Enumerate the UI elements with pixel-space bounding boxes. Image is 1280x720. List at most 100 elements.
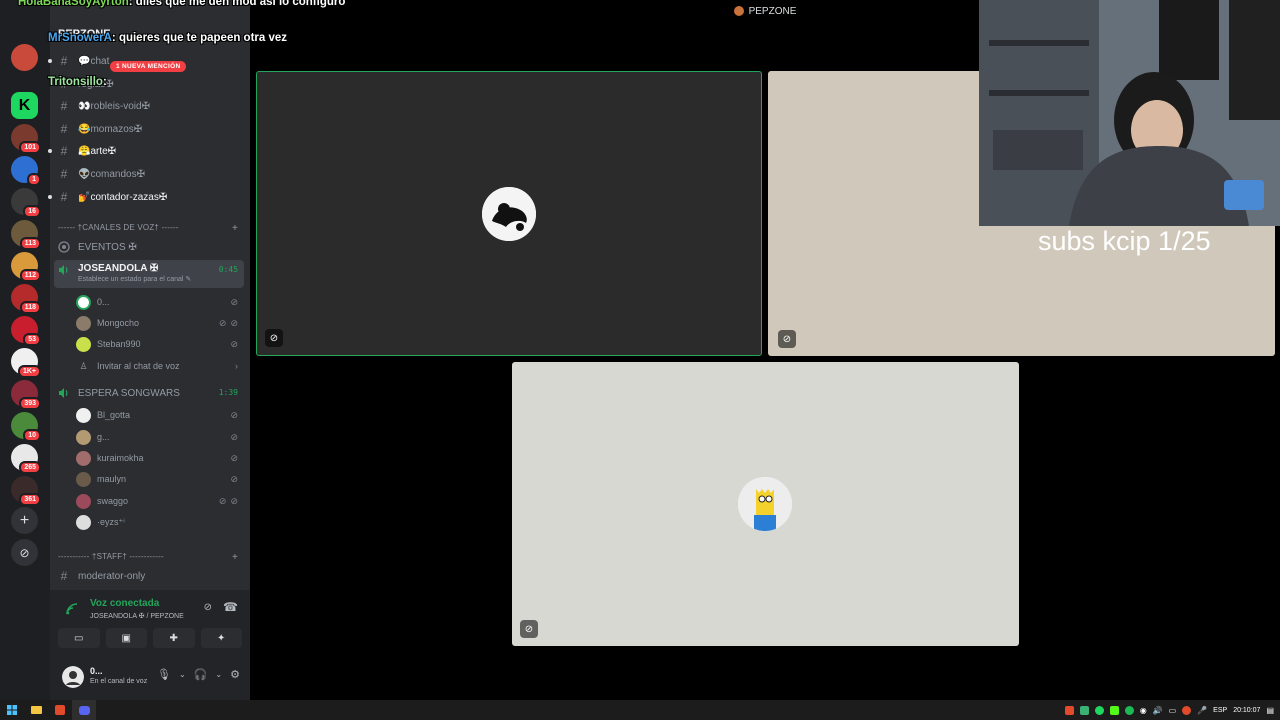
- server-icon[interactable]: 393: [11, 380, 41, 410]
- spotify-tray-icon[interactable]: [1124, 705, 1134, 715]
- kick-tray-icon[interactable]: [1109, 705, 1119, 715]
- channel-status-hint[interactable]: Establece un estado para el canal ✎: [78, 275, 191, 283]
- server-icon[interactable]: 1: [11, 156, 41, 186]
- voice-status[interactable]: Voz conectada JOSEANDOLA ✠ / PEPZONE ⊘ ☎: [58, 596, 242, 622]
- browser-icon[interactable]: [48, 700, 72, 720]
- channel-momazos[interactable]: # 😂momazos✠: [54, 119, 244, 139]
- plus-icon[interactable]: +: [11, 507, 38, 534]
- channel-eventos[interactable]: EVENTOS ✠: [54, 238, 244, 256]
- kick-server-icon[interactable]: K: [11, 92, 38, 119]
- voice-timer: 1:39: [218, 388, 238, 397]
- voice-category-header[interactable]: ------ †CANALES DE VOZ† ------ +: [58, 223, 238, 234]
- server-icon[interactable]: 10: [11, 412, 41, 442]
- avatar: [76, 450, 91, 466]
- video-tile-speaking[interactable]: ⊘: [256, 71, 762, 356]
- camera-off-icon: ▭: [74, 632, 84, 644]
- headphones-icon[interactable]: 🎧: [194, 668, 208, 681]
- speaker-icon: [56, 263, 72, 277]
- channel-arte[interactable]: # 😤arte✠: [48, 141, 244, 161]
- file-explorer-icon[interactable]: [24, 700, 48, 720]
- chevron-down-icon[interactable]: ⌄: [215, 668, 222, 681]
- voice-member[interactable]: kuraimokha ⊘: [76, 449, 242, 467]
- mic-muted-icon: ⊘: [230, 452, 238, 463]
- volume-icon[interactable]: 🔊: [1153, 706, 1163, 715]
- channel-contador-zazas[interactable]: # 💅contador-zazas✠: [48, 187, 244, 207]
- voice-channel-joseandola[interactable]: JOSEANDOLA ✠ 0:45 Establece un estado pa…: [54, 260, 244, 288]
- notifications-icon[interactable]: ▤: [1266, 706, 1274, 715]
- server-icon[interactable]: 101: [11, 124, 41, 154]
- network-icon[interactable]: ▭: [1169, 706, 1177, 715]
- server-icon[interactable]: 112: [11, 252, 41, 282]
- mic-muted-icon: ⊘: [218, 495, 227, 506]
- server-icon[interactable]: 361: [11, 476, 41, 506]
- hash-icon: #: [60, 99, 68, 113]
- invite-to-voice[interactable]: ♙ Invitar al chat de voz ›: [76, 357, 242, 375]
- add-channel-icon[interactable]: +: [232, 223, 238, 234]
- add-channel-icon[interactable]: +: [232, 552, 238, 563]
- voice-channel-espera-songwars[interactable]: ESPERA SONGWARS 1:39: [54, 384, 244, 402]
- tray-app-icon[interactable]: [1094, 705, 1104, 715]
- tray-app-icon[interactable]: [1079, 705, 1089, 715]
- voice-member[interactable]: Bl_gotta ⊘: [76, 406, 242, 424]
- soundboard-button[interactable]: ✦: [200, 628, 242, 648]
- microphone-icon[interactable]: 🎙: [157, 668, 171, 681]
- microphone-tray-icon[interactable]: 🎤: [1197, 706, 1207, 715]
- tray-app-icon[interactable]: [1064, 705, 1074, 715]
- mic-muted-icon: ⊘: [230, 431, 238, 442]
- hash-icon: #: [60, 167, 68, 181]
- voice-member[interactable]: swaggo ⊘ ⊘: [76, 492, 242, 510]
- discord-taskbar-icon[interactable]: [72, 700, 96, 720]
- mic-muted-icon: ⊘: [520, 620, 538, 638]
- activities-icon: ✚: [169, 632, 178, 644]
- mic-muted-icon: ⊘: [230, 473, 238, 484]
- activities-button[interactable]: ✚: [153, 628, 195, 648]
- voice-member[interactable]: g... ⊘: [76, 428, 242, 446]
- avatar[interactable]: [62, 666, 84, 688]
- camera-button[interactable]: ▭: [58, 628, 100, 648]
- hash-icon: #: [60, 144, 68, 158]
- username[interactable]: 0...: [90, 666, 103, 676]
- add-user-icon: ♙: [79, 360, 88, 371]
- voice-location: JOSEANDOLA ✠ / PEPZONE: [90, 613, 184, 620]
- staff-category-header[interactable]: ----------- †STAFF† ------------ +: [58, 552, 238, 563]
- screen-share-icon: ▣: [121, 632, 131, 644]
- voice-action-buttons: ▭ ▣ ✚ ✦: [58, 628, 242, 648]
- video-tile[interactable]: ⊘: [512, 362, 1019, 646]
- clock[interactable]: 20:10:07: [1233, 707, 1260, 714]
- gear-icon[interactable]: ⚙: [230, 668, 240, 681]
- wifi-icon[interactable]: ◉: [1140, 706, 1147, 715]
- voice-member[interactable]: Mongocho ⊘ ⊘: [76, 314, 242, 332]
- mic-muted-icon: ⊘: [265, 329, 283, 347]
- server-icon[interactable]: 16: [11, 188, 41, 218]
- server-rail: K 101 1 16 113 112 118 53 1K+ 393 10 265…: [0, 0, 50, 700]
- voice-status-label: Voz conectada: [90, 598, 160, 609]
- participant-avatar: [738, 477, 792, 531]
- channel-robleis-void[interactable]: # 👀robleis-void✠: [54, 96, 244, 116]
- avatar: [76, 471, 91, 487]
- tray-app-icon[interactable]: [1182, 705, 1192, 715]
- system-tray: ◉ 🔊 ▭ 🎤 ESP 20:10:07 ▤: [1064, 700, 1274, 720]
- avatar: [76, 407, 91, 423]
- chevron-down-icon[interactable]: ⌄: [179, 668, 186, 681]
- voice-member[interactable]: ·eyzs⁺ⁱ: [76, 513, 242, 531]
- disconnect-icon[interactable]: ☎: [223, 600, 238, 614]
- new-mention-pill[interactable]: 1 NUEVA MENCIÓN: [110, 61, 187, 72]
- language-indicator[interactable]: ESP: [1213, 707, 1227, 714]
- windows-taskbar: ◉ 🔊 ▭ 🎤 ESP 20:10:07 ▤: [0, 700, 1280, 720]
- server-icon[interactable]: 265: [11, 444, 41, 474]
- noise-suppression-icon[interactable]: ⊘: [204, 602, 212, 613]
- server-icon[interactable]: 1K+: [11, 348, 41, 378]
- channel-moderator-only[interactable]: # moderator-only: [54, 566, 244, 586]
- server-icon[interactable]: 118: [11, 284, 41, 314]
- server-icon[interactable]: 113: [11, 220, 41, 250]
- windows-start-icon[interactable]: [0, 700, 24, 720]
- voice-member[interactable]: Steban990 ⊘: [76, 335, 242, 353]
- chat-overlay-line: HolaBanaSoyAyrton: diles que me den mod …: [18, 0, 346, 8]
- voice-member[interactable]: 0... ⊘: [76, 293, 242, 311]
- screen-share-button[interactable]: ▣: [105, 628, 147, 648]
- compass-icon[interactable]: ⊘: [11, 539, 38, 566]
- server-icon[interactable]: 53: [11, 316, 41, 346]
- channel-comandos[interactable]: # 👽comandos✠: [54, 164, 244, 184]
- voice-member[interactable]: maulyn ⊘: [76, 470, 242, 488]
- server-icon[interactable]: [11, 44, 38, 71]
